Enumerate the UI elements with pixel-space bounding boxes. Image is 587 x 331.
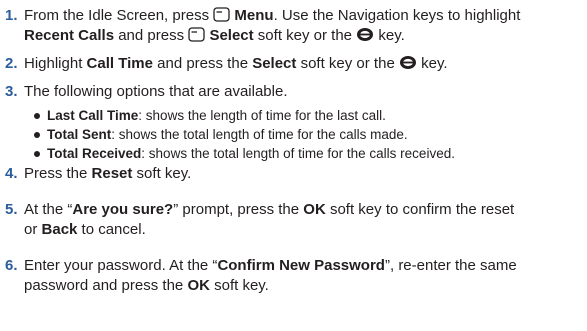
select-term: Select: [252, 55, 297, 72]
option-term: Total Received: [47, 146, 142, 161]
text-run: ”, re-enter the same: [384, 257, 517, 274]
step-line: From the Idle Screen, press Menu. Use th…: [24, 6, 584, 26]
option-term: Total Sent: [47, 127, 112, 142]
step-line: Press the Reset soft key.: [24, 164, 584, 184]
text-run: key.: [416, 55, 448, 72]
left-soft-key-icon: [213, 7, 230, 22]
option-text: Total Sent: shows the total length of ti…: [47, 125, 408, 145]
step-line: At the “Are you sure?” prompt, press the…: [24, 200, 584, 220]
step-line: Highlight Call Time and press the Select…: [24, 54, 584, 74]
step-text: At the “Are you sure?” prompt, press the…: [24, 200, 584, 240]
text-run: Enter your password. At the “: [24, 257, 218, 274]
step-line: password and press the OK soft key.: [24, 276, 584, 296]
option-item-total-sent: Total Sent: shows the total length of ti…: [34, 125, 584, 145]
text-run: ” prompt, press the: [173, 201, 304, 218]
step-text: From the Idle Screen, press Menu. Use th…: [24, 6, 584, 46]
text-run: or: [24, 221, 42, 238]
bullet-dot: [34, 151, 40, 157]
text-run: password and press the: [24, 277, 188, 294]
step-text: Press the Reset soft key.: [24, 164, 584, 184]
step-text: Highlight Call Time and press the Select…: [24, 54, 584, 74]
text-run: . Use the Navigation keys to highlight: [273, 7, 521, 24]
step-number: 3.: [5, 83, 18, 100]
option-text: Total Received: shows the total length o…: [47, 144, 455, 164]
step-line: Recent Calls and press Select soft key o…: [24, 26, 584, 46]
step-line: The following options that are available…: [24, 82, 584, 102]
option-desc: : shows the total length of time for the…: [111, 127, 408, 142]
step-line: or Back to cancel.: [24, 220, 584, 240]
option-desc: : shows the length of time for the last …: [138, 108, 386, 123]
bullet-dot: [34, 113, 40, 119]
option-desc: : shows the total length of time for the…: [141, 146, 455, 161]
step-text: The following options that are available…: [24, 82, 584, 102]
option-item-last-call-time: Last Call Time: shows the length of time…: [34, 106, 584, 126]
text-run: soft key or the: [296, 55, 399, 72]
left-soft-key-icon: [188, 27, 205, 42]
ok-select-key-icon: [357, 28, 374, 41]
menu-term: Menu: [234, 7, 274, 24]
text-run: soft key to confirm the reset: [325, 201, 515, 218]
text-run: soft key or the: [253, 27, 357, 44]
text-run: soft key.: [209, 277, 269, 294]
reset-term: Reset: [91, 165, 133, 182]
bullet-dot: [34, 132, 40, 138]
are-you-sure-term: Are you sure?: [72, 201, 174, 218]
step-number: 6.: [5, 257, 18, 274]
option-text: Last Call Time: shows the length of time…: [47, 106, 386, 126]
step-number: 1.: [5, 7, 18, 24]
text-run: and press the: [152, 55, 253, 72]
text-run: At the “: [24, 201, 73, 218]
ok-term: OK: [187, 277, 210, 294]
text-run: Highlight: [24, 55, 87, 72]
recent-calls-term: Recent Calls: [24, 27, 115, 44]
text-run: key.: [374, 27, 405, 44]
step-number: 4.: [5, 165, 18, 182]
step-number: 5.: [5, 201, 18, 218]
back-term: Back: [41, 221, 78, 238]
instruction-document: 1. From the Idle Screen, press Menu. Use…: [0, 0, 587, 331]
ok-term: OK: [303, 201, 326, 218]
text-run: Press the: [24, 165, 92, 182]
text-run: to cancel.: [77, 221, 146, 238]
ok-select-key-icon: [399, 56, 416, 69]
confirm-new-password-term: Confirm New Password: [217, 257, 385, 274]
select-term: Select: [209, 27, 254, 44]
text-run: From the Idle Screen, press: [24, 7, 214, 24]
text-run: soft key.: [132, 165, 192, 182]
step-text: Enter your password. At the “Confirm New…: [24, 256, 584, 296]
text-run: The following options that are available…: [24, 83, 288, 100]
step-number: 2.: [5, 55, 18, 72]
option-item-total-received: Total Received: shows the total length o…: [34, 144, 584, 164]
option-term: Last Call Time: [47, 108, 139, 123]
step-line: Enter your password. At the “Confirm New…: [24, 256, 584, 276]
call-time-term: Call Time: [86, 55, 153, 72]
text-run: and press: [114, 27, 189, 44]
